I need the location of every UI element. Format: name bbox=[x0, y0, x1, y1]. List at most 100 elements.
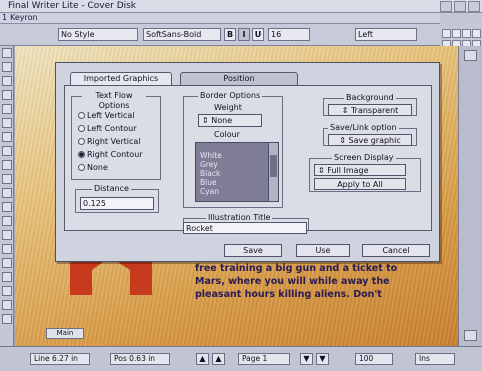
colour-item[interactable]: Black bbox=[196, 169, 278, 178]
underline-button[interactable]: U bbox=[252, 28, 264, 41]
zoom-readout: 100 bbox=[355, 353, 393, 365]
radio-left-vertical[interactable]: Left Vertical bbox=[78, 111, 135, 121]
screen-display-group: Screen Display ⇕ Full Image Apply to All bbox=[309, 153, 421, 192]
background-label: Background bbox=[344, 93, 396, 103]
colour-item[interactable]: Grey bbox=[196, 160, 278, 169]
copy-tool-icon[interactable] bbox=[2, 300, 12, 310]
colour-item[interactable]: Blue bbox=[196, 178, 278, 187]
font-select[interactable]: SoftSans-Bold bbox=[143, 28, 221, 41]
use-button[interactable]: Use bbox=[296, 244, 350, 257]
background-select[interactable]: ⇕ Transparent bbox=[328, 104, 412, 116]
body-line: pleasant hours killing aliens. Don't bbox=[195, 289, 382, 300]
document-body-text: free training a big gun and a ticket to … bbox=[195, 262, 455, 301]
distance-label: Distance bbox=[92, 184, 131, 194]
radio-dot-icon bbox=[78, 112, 85, 119]
mode-readout: Ins bbox=[415, 353, 455, 365]
zoom-tool-icon[interactable] bbox=[2, 132, 12, 142]
radio-dot-icon bbox=[78, 138, 85, 145]
scroll-up-icon[interactable] bbox=[464, 50, 477, 61]
weight-select[interactable]: ⇕ None bbox=[198, 114, 262, 127]
page-readout: Page 1 bbox=[238, 353, 290, 365]
save-link-label: Save/Link option bbox=[328, 123, 399, 133]
save-link-select[interactable]: ⇕ Save graphic bbox=[328, 134, 412, 146]
page-first-icon[interactable]: ▲ bbox=[212, 353, 225, 365]
page-last-icon[interactable]: ▼ bbox=[316, 353, 329, 365]
table-tool-icon[interactable] bbox=[2, 160, 12, 170]
line-tool-icon[interactable] bbox=[2, 90, 12, 100]
cut-tool-icon[interactable] bbox=[2, 286, 12, 296]
radio-left-contour[interactable]: Left Contour bbox=[78, 124, 137, 134]
spell-tool-icon[interactable] bbox=[2, 230, 12, 240]
font-tool-icon[interactable] bbox=[2, 216, 12, 226]
text-flow-group: Text Flow Options Left Vertical Left Con… bbox=[71, 91, 161, 180]
radio-dot-selected-icon bbox=[78, 151, 85, 158]
radio-right-contour[interactable]: Right Contour bbox=[78, 150, 143, 160]
italic-button[interactable]: I bbox=[238, 28, 250, 41]
palette-cell[interactable] bbox=[472, 29, 481, 38]
apply-to-all-button[interactable]: Apply to All bbox=[314, 178, 406, 190]
colour-item[interactable]: Cyan bbox=[196, 187, 278, 196]
radio-right-vertical[interactable]: Right Vertical bbox=[78, 137, 141, 147]
image-tool-icon[interactable] bbox=[2, 146, 12, 156]
save-link-group: Save/Link option ⇕ Save graphic bbox=[323, 123, 417, 146]
radio-dot-icon bbox=[78, 125, 85, 132]
circle-tool-icon[interactable] bbox=[2, 104, 12, 114]
vertical-scrollbar[interactable] bbox=[458, 46, 482, 346]
tab-imported-graphics[interactable]: Imported Graphics bbox=[70, 72, 172, 86]
illustration-title-input[interactable]: Rocket bbox=[183, 222, 307, 234]
line-readout: Line 6.27 in bbox=[30, 353, 90, 365]
page-next-icon[interactable]: ▼ bbox=[300, 353, 313, 365]
distance-group: Distance 0.125 bbox=[75, 184, 159, 213]
doc-number: 1 bbox=[2, 13, 8, 22]
screen-display-label: Screen Display bbox=[332, 153, 396, 163]
text-flow-label: Text Flow Options bbox=[82, 91, 146, 111]
format-toolbar: No Style SoftSans-Bold B I U 16 Left bbox=[0, 24, 440, 46]
colour-listbox[interactable]: White Grey Black Blue Cyan bbox=[195, 142, 279, 202]
colour-list-scrollbar[interactable] bbox=[268, 143, 278, 201]
app-title: Final Writer Lite - Cover Disk bbox=[8, 1, 137, 11]
style-tool-icon[interactable] bbox=[2, 202, 12, 212]
bold-button[interactable]: B bbox=[224, 28, 236, 41]
save-tool-icon[interactable] bbox=[2, 258, 12, 268]
radio-dot-icon bbox=[78, 164, 85, 171]
distance-input[interactable]: 0.125 bbox=[80, 197, 154, 210]
body-line: free training a big gun and a ticket to bbox=[195, 263, 398, 274]
scroll-down-icon[interactable] bbox=[464, 330, 477, 341]
paste-tool-icon[interactable] bbox=[2, 314, 12, 324]
print-tool-icon[interactable] bbox=[2, 244, 12, 254]
body-line: Mars, where you will while away the bbox=[195, 276, 390, 287]
palette-cell[interactable] bbox=[462, 29, 471, 38]
radio-none[interactable]: None bbox=[78, 163, 108, 173]
grid-tool-icon[interactable] bbox=[2, 188, 12, 198]
position-readout: Pos 0.63 in bbox=[110, 353, 170, 365]
palette-cell[interactable] bbox=[442, 29, 451, 38]
screen-display-select[interactable]: ⇕ Full Image bbox=[314, 164, 406, 176]
weight-label: Weight bbox=[214, 103, 242, 112]
align-select[interactable]: Left bbox=[355, 28, 417, 41]
palette-cell[interactable] bbox=[452, 29, 461, 38]
size-select[interactable]: 16 bbox=[268, 28, 310, 41]
open-tool-icon[interactable] bbox=[2, 272, 12, 282]
app-titlebar: Final Writer Lite - Cover Disk bbox=[0, 0, 482, 13]
colour-label: Colour bbox=[214, 130, 240, 139]
border-options-label: Border Options bbox=[198, 91, 263, 101]
colour-item[interactable]: White bbox=[196, 151, 278, 160]
tab-position[interactable]: Position bbox=[180, 72, 298, 86]
window-gadgets[interactable] bbox=[440, 1, 480, 12]
pointer-tool-icon[interactable] bbox=[2, 48, 12, 58]
background-group: Background ⇕ Transparent bbox=[323, 93, 417, 116]
save-button[interactable]: Save bbox=[224, 244, 282, 257]
box-tool-icon[interactable] bbox=[2, 76, 12, 86]
style-select[interactable]: No Style bbox=[58, 28, 138, 41]
text-tool-icon[interactable] bbox=[2, 62, 12, 72]
arrow-tool-icon[interactable] bbox=[2, 118, 12, 128]
document-titlebar: 1 Keyron bbox=[0, 13, 482, 24]
doc-title: Keyron bbox=[10, 13, 38, 22]
tool-strip-left bbox=[0, 46, 14, 346]
page-tool-icon[interactable] bbox=[2, 174, 12, 184]
page-tab[interactable]: Main bbox=[46, 328, 84, 339]
graphic-options-dialog: Imported Graphics Position Text Flow Opt… bbox=[55, 62, 440, 262]
cancel-button[interactable]: Cancel bbox=[362, 244, 430, 257]
page-prev-icon[interactable]: ▲ bbox=[196, 353, 209, 365]
status-bar: Line 6.27 in Pos 0.63 in ▲ ▲ Page 1 ▼ ▼ … bbox=[0, 346, 482, 371]
